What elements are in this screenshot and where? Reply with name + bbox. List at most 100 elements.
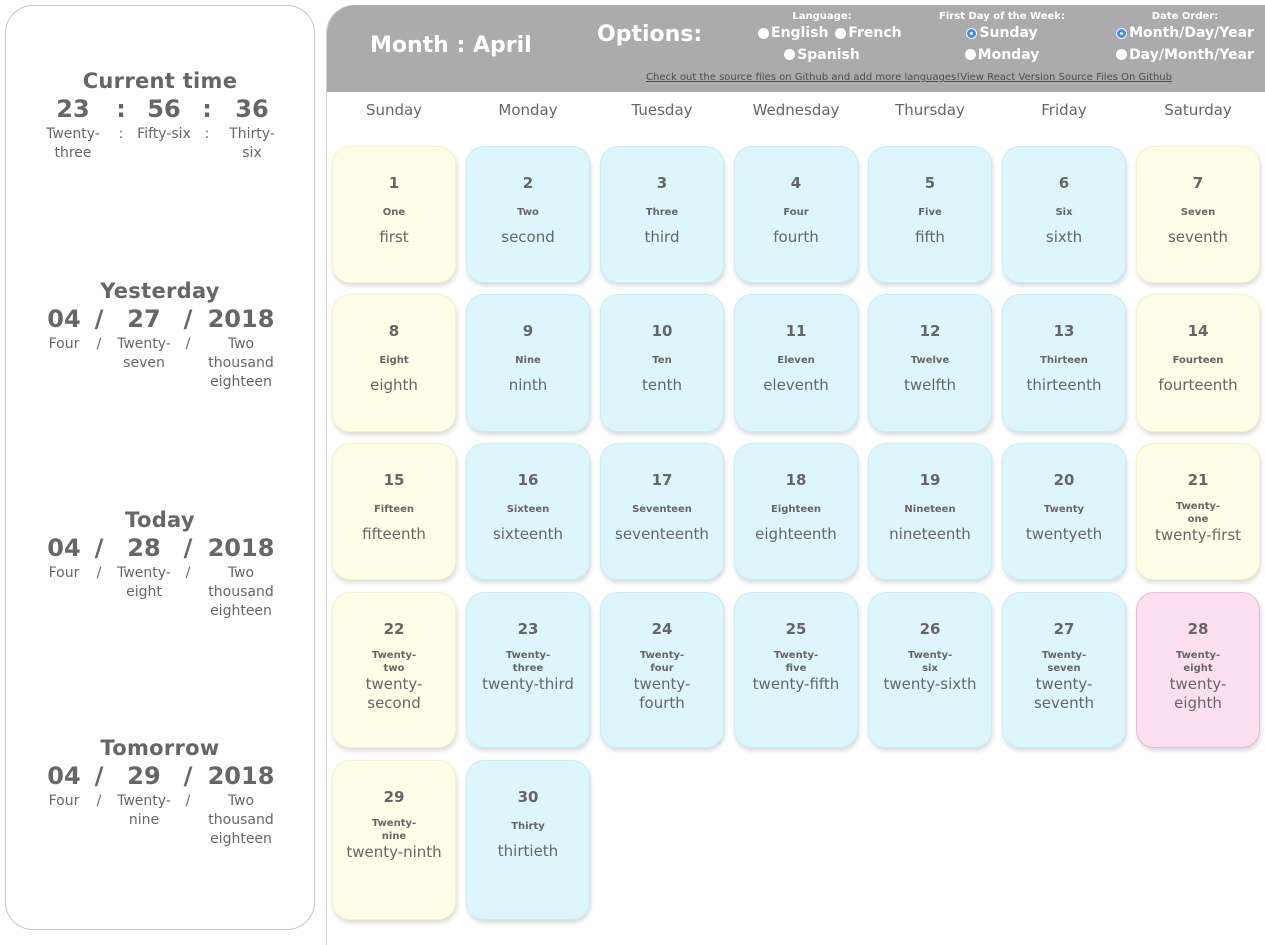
day-cell[interactable]: 22 Twenty-two twenty-second: [332, 592, 456, 748]
day-cardinal-word: Ten: [652, 355, 672, 366]
weekday-header: Saturday: [1164, 101, 1232, 119]
date-separator: /: [96, 565, 102, 581]
github-languages-link[interactable]: Check out the source files on Github and…: [646, 72, 960, 83]
date-separator: /: [185, 565, 191, 581]
weekday-header: Thursday: [895, 101, 965, 119]
calendar-header: Month : April Options: Language: English…: [327, 5, 1265, 92]
radio-dot-icon[interactable]: [784, 49, 796, 60]
day-ordinal-word: tenth: [641, 376, 682, 394]
day-number: 20: [1053, 471, 1075, 489]
day-cell[interactable]: 28 Twenty-eight twenty-eighth: [1136, 592, 1260, 748]
day-cell[interactable]: 16 Sixteen sixteenth: [466, 443, 590, 580]
day-cardinal-word: Twenty-five: [773, 650, 819, 674]
date-separator: /: [185, 336, 191, 352]
day-cell[interactable]: 6 Six sixth: [1002, 146, 1126, 283]
date-order-radio-mdy[interactable]: Month/Day/Year: [1116, 23, 1254, 43]
day-ordinal-word: twenty-fifth: [752, 675, 840, 693]
day-cell[interactable]: 30 Thirty thirtieth: [466, 760, 590, 920]
day-cell[interactable]: 21 Twenty-one twenty-first: [1136, 443, 1260, 580]
day-cardinal-word: Eight: [379, 355, 409, 366]
day-number: 7: [1192, 174, 1204, 192]
day-ordinal-word: thirtieth: [497, 842, 559, 860]
radio-label: Monday: [977, 46, 1040, 63]
day-cell[interactable]: 13 Thirteen thirteenth: [1002, 294, 1126, 432]
radio-selected-icon[interactable]: [966, 27, 978, 39]
day-number: 10: [651, 322, 673, 340]
radio-label: Month/Day/Year: [1129, 25, 1254, 41]
day-ordinal-word: ninth: [508, 376, 548, 394]
day-cell[interactable]: 11 Eleven eleventh: [734, 294, 858, 432]
radio-dot-icon[interactable]: [964, 49, 976, 60]
day-value: 29: [127, 762, 161, 790]
first-day-radio-sunday[interactable]: Sunday: [966, 23, 1038, 43]
day-ordinal-word: twenty-sixth: [883, 675, 977, 693]
day-cell[interactable]: 24 Twenty-four twenty-fourth: [600, 592, 724, 748]
day-ordinal-word: fourteenth: [1158, 376, 1238, 394]
day-cardinal-word: Fourteen: [1172, 355, 1224, 366]
radio-label: Spanish: [797, 46, 860, 63]
day-cardinal-word: Twenty-three: [505, 650, 551, 674]
sidebar: Current time 23 : 56 : 36 Twenty-three :…: [5, 5, 315, 930]
day-cell[interactable]: 14 Fourteen fourteenth: [1136, 294, 1260, 432]
day-cell[interactable]: 10 Ten tenth: [600, 294, 724, 432]
language-radio-french[interactable]: French: [835, 23, 902, 43]
day-ordinal-word: twentyeth: [1025, 525, 1103, 543]
first-day-radio-monday[interactable]: Monday: [964, 45, 1040, 65]
minutes-value: 56: [147, 95, 181, 123]
language-radio-english[interactable]: English: [758, 23, 828, 43]
date-order-radio-dmy[interactable]: Day/Month/Year: [1116, 45, 1254, 65]
day-number: 24: [651, 620, 673, 638]
day-cell[interactable]: 9 Nine ninth: [466, 294, 590, 432]
current-time-title: Current time: [82, 69, 238, 93]
day-cardinal-word: Fifteen: [373, 504, 415, 515]
day-cell[interactable]: 15 Fifteen fifteenth: [332, 443, 456, 580]
radio-label: English: [771, 25, 829, 41]
language-radio-spanish[interactable]: Spanish: [784, 45, 860, 65]
radio-dot-icon[interactable]: [835, 27, 847, 39]
day-cell[interactable]: 17 Seventeen seventeenth: [600, 443, 724, 580]
day-cell[interactable]: 7 Seven seventh: [1136, 146, 1260, 283]
day-cell[interactable]: 27 Twenty-seven twenty-seventh: [1002, 592, 1126, 748]
first-day-label: First Day of the Week:: [939, 11, 1065, 22]
day-cell[interactable]: 23 Twenty-three twenty-third: [466, 592, 590, 748]
day-cell[interactable]: 8 Eight eighth: [332, 294, 456, 432]
day-cell[interactable]: 20 Twenty twentyeth: [1002, 443, 1126, 580]
day-number: 5: [924, 174, 936, 192]
day-cell[interactable]: 12 Twelve twelfth: [868, 294, 992, 432]
day-cardinal-word: Six: [1055, 207, 1073, 218]
year-value: 2018: [207, 534, 275, 562]
date-order-options: Date Order: Month/Day/Year Day/Month/Yea…: [1115, 11, 1255, 66]
day-ordinal-word: second: [501, 228, 555, 246]
day-cell[interactable]: 29 Twenty-nine twenty-ninth: [332, 760, 456, 920]
day-cell[interactable]: 3 Three third: [600, 146, 724, 283]
day-cell[interactable]: 25 Twenty-five twenty-fifth: [734, 592, 858, 748]
day-ordinal-word: sixth: [1045, 228, 1083, 246]
react-source-link[interactable]: View React Version Source Files On Githu…: [960, 72, 1172, 83]
options-title: Options:: [597, 22, 703, 47]
day-cell[interactable]: 18 Eighteen eighteenth: [734, 443, 858, 580]
month-words: Four: [48, 793, 80, 809]
day-words: Twenty-nine: [117, 793, 171, 828]
month-value: 04: [47, 534, 81, 562]
day-cardinal-word: Twenty-nine: [371, 818, 417, 842]
day-number: 26: [919, 620, 941, 638]
date-separator: /: [185, 793, 191, 809]
radio-label: French: [848, 25, 902, 41]
day-cardinal-word: Eighteen: [771, 504, 821, 515]
radio-dot-icon[interactable]: [758, 27, 769, 39]
day-cell[interactable]: 1 One first: [332, 146, 456, 283]
day-number: 4: [790, 174, 802, 192]
day-cell[interactable]: 26 Twenty-six twenty-sixth: [868, 592, 992, 748]
day-number: 19: [919, 471, 941, 489]
day-cell[interactable]: 5 Five fifth: [868, 146, 992, 283]
day-cell[interactable]: 4 Four fourth: [734, 146, 858, 283]
year-value: 2018: [207, 762, 275, 790]
day-ordinal-word: nineteenth: [889, 525, 971, 543]
day-cardinal-word: Twenty-four: [639, 650, 685, 674]
day-cell[interactable]: 19 Nineteen nineteenth: [868, 443, 992, 580]
day-ordinal-word: twenty-second: [365, 675, 423, 712]
radio-selected-icon[interactable]: [1116, 27, 1128, 39]
day-cell[interactable]: 2 Two second: [466, 146, 590, 283]
radio-dot-icon[interactable]: [1116, 49, 1128, 60]
month-words: Four: [48, 565, 80, 581]
